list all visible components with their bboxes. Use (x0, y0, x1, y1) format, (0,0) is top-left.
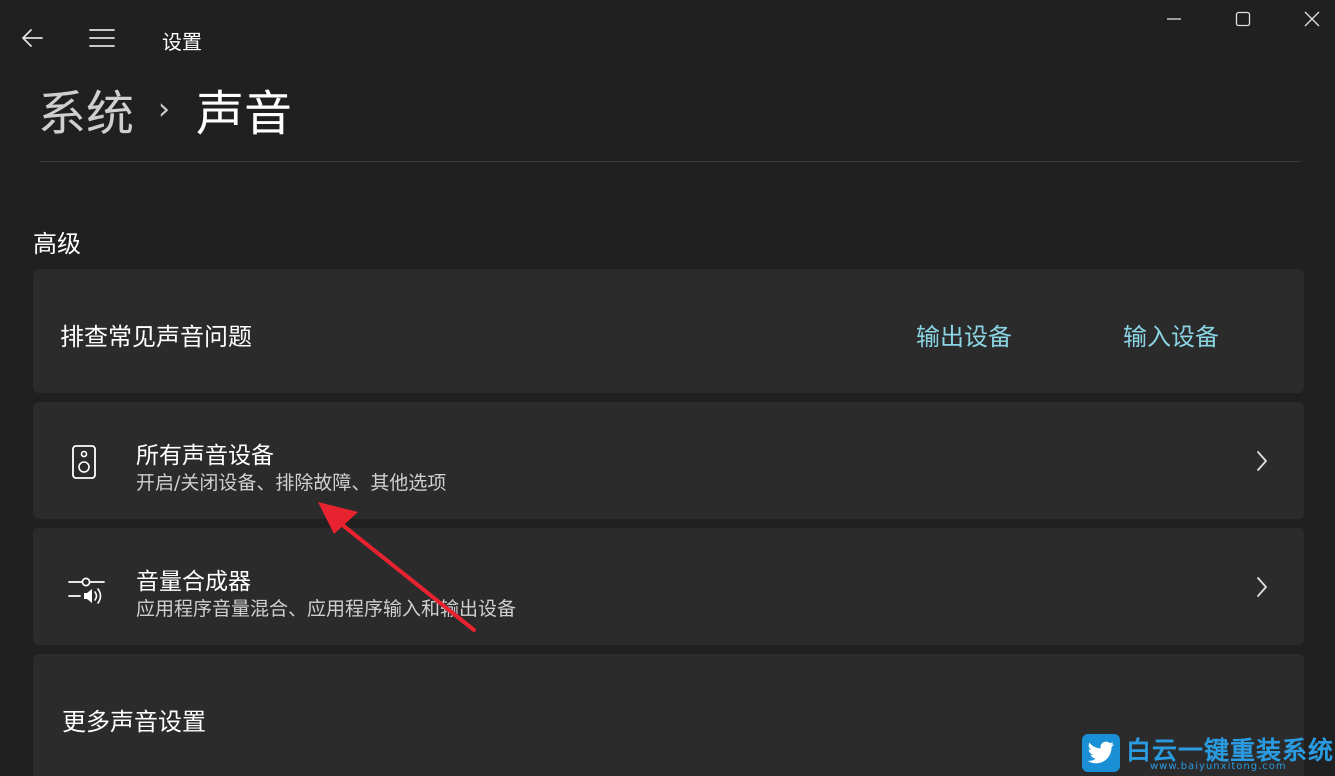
all-sound-devices-title: 所有声音设备 (136, 443, 274, 469)
volume-mixer-title: 音量合成器 (136, 569, 251, 595)
troubleshoot-title: 排查常见声音问题 (60, 323, 252, 351)
input-devices-link[interactable]: 输入设备 (1123, 317, 1219, 352)
watermark: 白云一键重装系统 www.baiyunxitong.com (1080, 732, 1333, 774)
back-button[interactable] (14, 20, 50, 56)
close-button[interactable] (1292, 4, 1332, 34)
navigation-menu-button[interactable] (84, 20, 120, 56)
watermark-url: www.baiyunxitong.com (1150, 761, 1287, 772)
close-icon (1304, 11, 1320, 27)
more-sound-settings-title: 更多声音设置 (62, 708, 206, 736)
chevron-right-icon (1247, 446, 1277, 476)
app-title: 设置 (162, 30, 202, 54)
maximize-icon (1235, 11, 1251, 27)
arrow-left-icon (22, 29, 43, 47)
breadcrumb-separator: › (158, 91, 171, 127)
all-sound-devices-card[interactable]: 所有声音设备 开启/关闭设备、排除故障、其他选项 (33, 402, 1304, 519)
speaker-icon (67, 440, 101, 484)
chevron-right-icon (1247, 572, 1277, 602)
minimize-icon (1167, 18, 1181, 20)
maximize-button[interactable] (1223, 4, 1263, 34)
breadcrumb: 系统 › 声音 (38, 76, 292, 142)
header-divider (40, 161, 1301, 162)
output-devices-link[interactable]: 输出设备 (916, 317, 1012, 352)
title-bar: 设置 (0, 0, 1335, 76)
section-title-advanced: 高级 (33, 230, 81, 258)
minimize-button[interactable] (1154, 4, 1194, 34)
volume-mixer-icon (67, 566, 107, 610)
breadcrumb-parent-system[interactable]: 系统 (38, 74, 134, 144)
troubleshoot-card: 排查常见声音问题 输出设备 输入设备 (33, 269, 1304, 393)
volume-mixer-subtitle: 应用程序音量混合、应用程序输入和输出设备 (136, 598, 517, 620)
page-title: 声音 (196, 86, 293, 142)
twitter-bird-logo-icon (1082, 734, 1120, 772)
volume-mixer-card[interactable]: 音量合成器 应用程序音量混合、应用程序输入和输出设备 (33, 528, 1304, 645)
hamburger-icon (89, 29, 115, 47)
all-sound-devices-subtitle: 开启/关闭设备、排除故障、其他选项 (136, 472, 447, 494)
